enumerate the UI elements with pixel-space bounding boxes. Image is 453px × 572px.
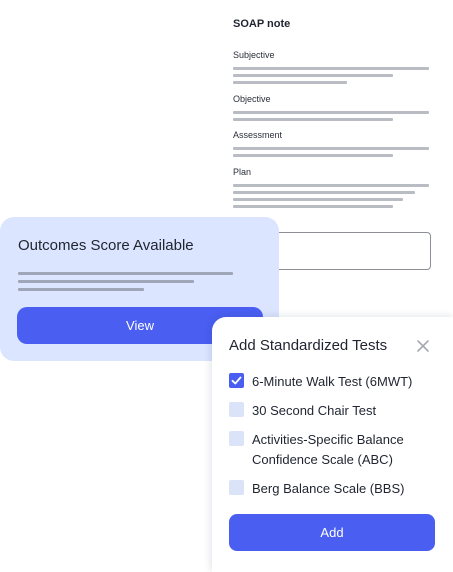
soap-section-objective: Objective xyxy=(233,94,271,104)
placeholder-line xyxy=(233,191,415,194)
placeholder-line xyxy=(18,272,233,275)
placeholder-line xyxy=(18,288,144,291)
test-option-30s-chair[interactable]: 30 Second Chair Test xyxy=(229,401,442,421)
outcomes-title: Outcomes Score Available xyxy=(18,237,194,254)
test-option-bbs[interactable]: Berg Balance Scale (BBS) xyxy=(229,479,442,499)
test-option-label: 30 Second Chair Test xyxy=(252,403,377,418)
close-icon[interactable] xyxy=(416,339,430,353)
placeholder-line xyxy=(233,205,393,208)
check-icon xyxy=(231,376,242,385)
soap-section-plan: Plan xyxy=(233,167,252,177)
placeholder-line xyxy=(18,280,194,283)
checkbox[interactable] xyxy=(229,431,244,446)
placeholder-line xyxy=(233,154,393,157)
test-option-label: Activities-Specific Balance Confidence S… xyxy=(252,432,404,467)
checkbox[interactable] xyxy=(229,402,244,417)
placeholder-line xyxy=(233,198,403,201)
placeholder-line xyxy=(233,147,429,150)
placeholder-line xyxy=(233,81,347,84)
test-option-label: 6-Minute Walk Test (6MWT) xyxy=(252,374,413,389)
test-option-6mwt[interactable]: 6-Minute Walk Test (6MWT) xyxy=(229,372,442,392)
placeholder-line xyxy=(233,184,429,187)
checkbox[interactable] xyxy=(229,480,244,495)
placeholder-line xyxy=(233,118,393,121)
placeholder-line xyxy=(233,67,429,70)
add-tests-modal: Add Standardized Tests 6-Minute Walk Tes… xyxy=(212,317,453,572)
test-option-label: Berg Balance Scale (BBS) xyxy=(252,481,405,496)
placeholder-line xyxy=(233,74,393,77)
soap-section-subjective: Subjective xyxy=(233,50,275,60)
soap-section-assessment: Assessment xyxy=(233,130,283,140)
checkbox-checked[interactable] xyxy=(229,373,244,388)
test-option-abc[interactable]: Activities-Specific Balance Confidence S… xyxy=(229,430,442,470)
placeholder-line xyxy=(233,111,429,114)
modal-title: Add Standardized Tests xyxy=(229,337,388,354)
add-button[interactable]: Add xyxy=(229,514,435,551)
soap-note-title: SOAP note xyxy=(233,18,291,30)
